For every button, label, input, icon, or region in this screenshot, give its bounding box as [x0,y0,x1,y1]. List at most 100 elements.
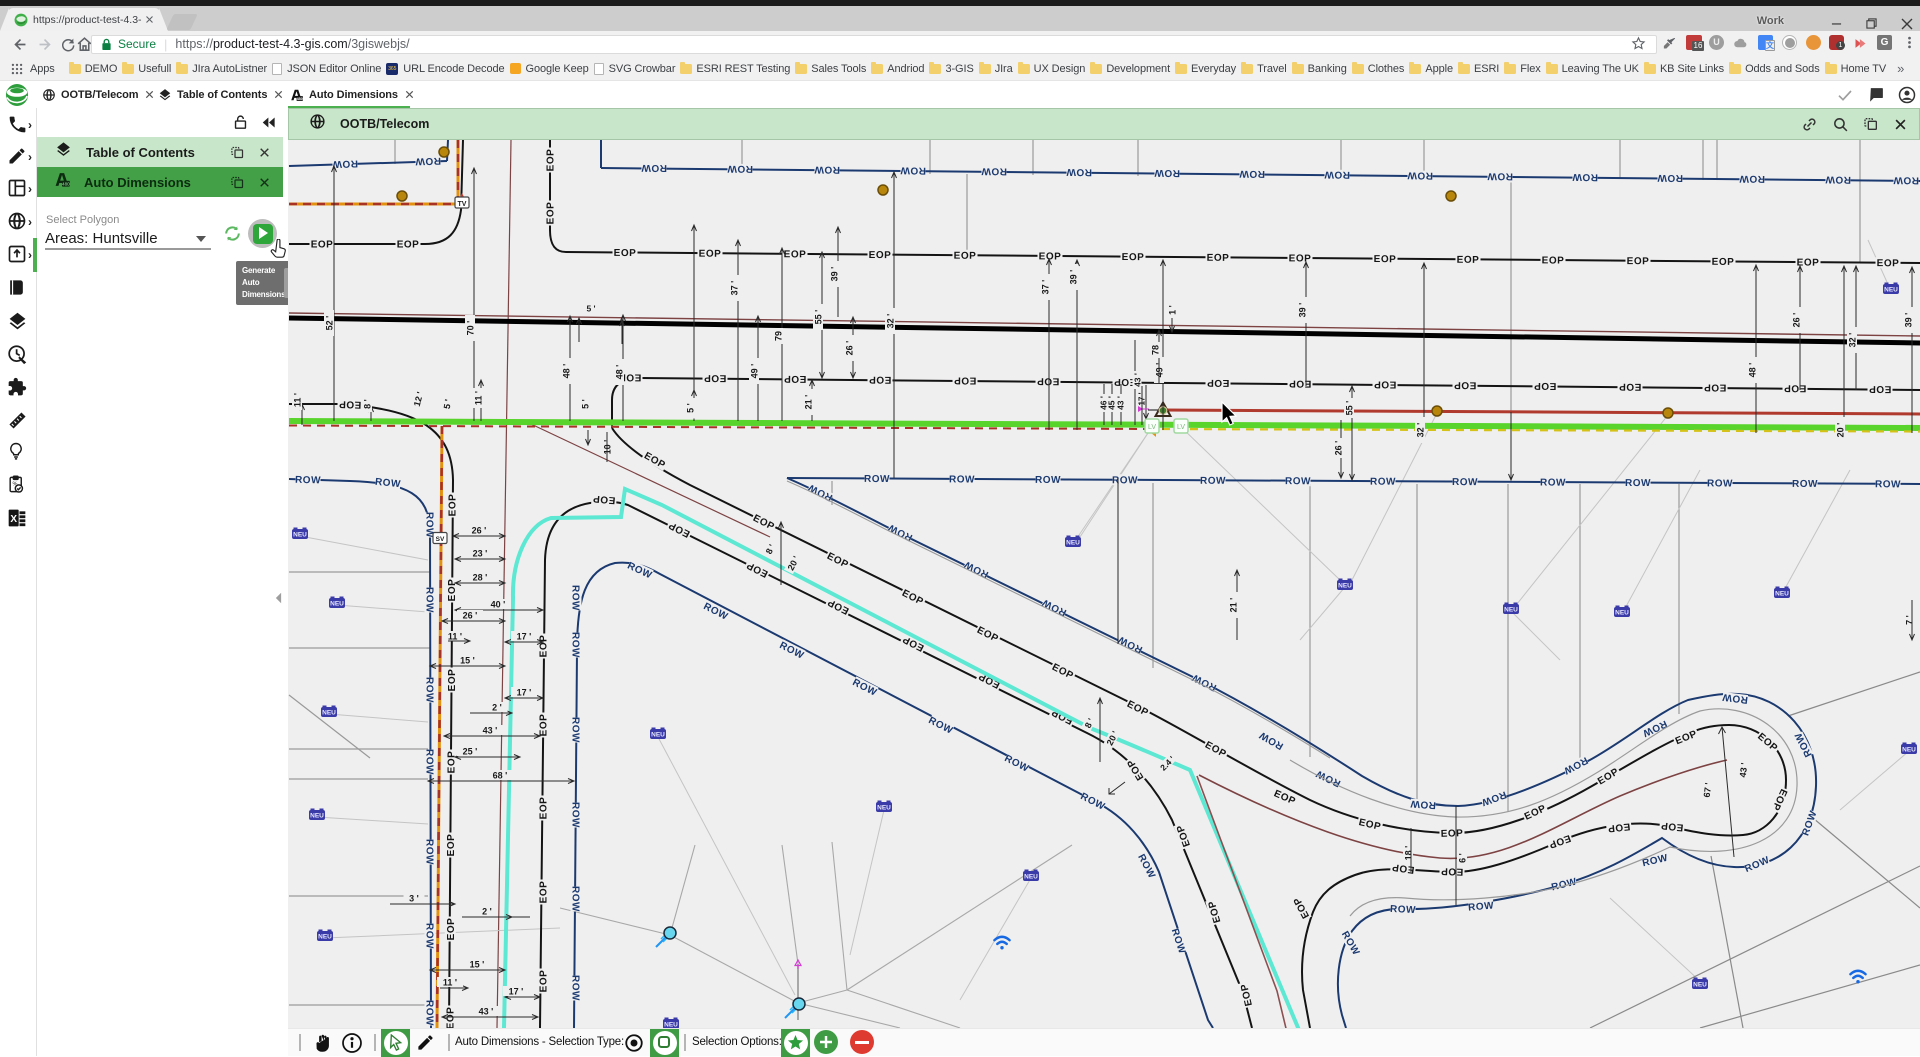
svg-text:EOP: EOP [784,373,807,384]
svg-text:ROW: ROW [1825,174,1851,185]
svg-text:43 ': 43 ' [1133,373,1143,387]
svg-text:EOP: EOP [954,251,977,262]
svg-text:79: 79 [774,331,784,341]
svg-text:ROW: ROW [1066,166,1092,177]
svg-text:EOP: EOP [1877,258,1900,269]
svg-text:EOP: EOP [546,202,557,225]
svg-text:70 ': 70 ' [466,321,476,336]
svg-text:ROW: ROW [1468,900,1495,913]
svg-text:EOP: EOP [1374,378,1397,389]
svg-text:EOP: EOP [1207,377,1230,388]
svg-text:EOP: EOP [446,834,457,857]
svg-text:NEU: NEU [322,710,336,717]
svg-text:ROW: ROW [864,474,890,485]
svg-text:5 ': 5 ' [442,398,454,409]
svg-text:48 ': 48 ' [1748,363,1758,378]
svg-text:17 ': 17 ' [517,688,532,698]
svg-text:ROW: ROW [295,475,321,487]
svg-text:NEU: NEU [877,805,891,812]
svg-text:ROW: ROW [332,157,358,169]
svg-text:ROW: ROW [424,677,435,703]
svg-text:7 ': 7 ' [1905,615,1915,625]
svg-text:NEU: NEU [330,601,344,608]
svg-text:EOP: EOP [1627,256,1650,267]
svg-text:21 ': 21 ' [1229,598,1239,613]
svg-text:EOP: EOP [539,881,550,904]
svg-text:ROW: ROW [1410,798,1437,811]
svg-text:TV: TV [458,201,467,208]
svg-text:ROW: ROW [1154,167,1180,178]
svg-text:43 ': 43 ' [483,726,498,736]
svg-text:ROW: ROW [424,587,435,613]
svg-text:ROW: ROW [1324,169,1350,180]
svg-text:EOP: EOP [1037,375,1060,386]
svg-text:EOP: EOP [869,250,892,261]
svg-text:2 ': 2 ' [482,907,492,917]
svg-text:EOP: EOP [539,714,550,737]
svg-text:ROW: ROW [424,749,435,775]
svg-text:ROW: ROW [1893,174,1919,185]
svg-text:5 ': 5 ' [581,399,591,409]
svg-text:ROW: ROW [570,802,581,828]
svg-text:17 ': 17 ' [517,632,532,642]
svg-text:18 ': 18 ' [1404,846,1414,861]
svg-text:EOP: EOP [447,669,458,692]
svg-text:SV: SV [436,536,445,543]
svg-text:NEU: NEU [1504,607,1518,614]
svg-text:EOP: EOP [446,918,457,941]
svg-text:43 ': 43 ' [1738,762,1750,778]
svg-text:67 ': 67 ' [1702,782,1714,798]
svg-text:EOP: EOP [954,374,977,385]
svg-text:ROW: ROW [1370,477,1396,488]
svg-text:ROW: ROW [415,155,441,167]
svg-text:NEU: NEU [318,934,332,941]
svg-text:40 ': 40 ' [491,600,506,610]
svg-text:49 ': 49 ' [750,364,760,379]
svg-text:1 ': 1 ' [1168,305,1178,315]
svg-text:NEU: NEU [1902,747,1916,754]
svg-text:ROW: ROW [570,886,581,912]
svg-text:EOP: EOP [311,240,334,251]
svg-text:48 ': 48 ' [562,364,572,379]
svg-text:23 ': 23 ' [473,549,488,559]
svg-text:ROW: ROW [1657,172,1683,183]
svg-text:ROW: ROW [814,164,840,175]
svg-text:EOP: EOP [1712,257,1735,268]
svg-text:NEU: NEU [1693,982,1707,989]
svg-text:43 ': 43 ' [479,1007,494,1017]
svg-text:ROW: ROW [570,632,581,658]
svg-text:5 ': 5 ' [686,403,696,413]
svg-text:NEU: NEU [1024,874,1038,881]
svg-text:37 ': 37 ' [1041,280,1051,295]
svg-text:NEU: NEU [310,813,324,820]
svg-text:ROW: ROW [1487,170,1513,181]
svg-text:EOP: EOP [1374,254,1397,265]
svg-text:ROW: ROW [570,975,581,1001]
svg-text:NEU: NEU [1338,583,1352,590]
svg-text:EOP: EOP [1607,820,1631,833]
svg-text:EOP: EOP [1441,865,1464,877]
svg-text:EOP: EOP [546,149,557,172]
svg-text:ROW: ROW [570,717,581,743]
svg-text:39 ': 39 ' [1904,313,1914,328]
svg-text:ROW: ROW [1390,904,1417,916]
svg-text:EOP: EOP [539,970,550,993]
svg-text:ROW: ROW [1035,475,1061,486]
svg-text:ROW: ROW [900,164,926,175]
svg-text:EOP: EOP [1454,379,1477,390]
svg-text:ROW: ROW [641,162,667,173]
svg-text:21 ': 21 ' [804,395,814,410]
svg-text:15 ': 15 ' [460,656,475,666]
svg-text:NEU: NEU [1884,287,1898,294]
svg-text:EOP: EOP [539,797,550,820]
svg-text:ROW: ROW [949,474,975,485]
svg-text:EOP: EOP [1441,828,1464,840]
svg-text:52 ': 52 ' [325,316,335,331]
svg-text:26 ': 26 ' [845,341,855,356]
svg-text:68 ': 68 ' [493,771,508,781]
svg-text:EOP: EOP [784,249,807,260]
svg-text:EOP: EOP [1457,255,1480,266]
svg-text:480: 480 [62,182,70,187]
svg-text:ROW: ROW [1625,478,1651,489]
svg-text:LV: LV [1177,424,1185,431]
